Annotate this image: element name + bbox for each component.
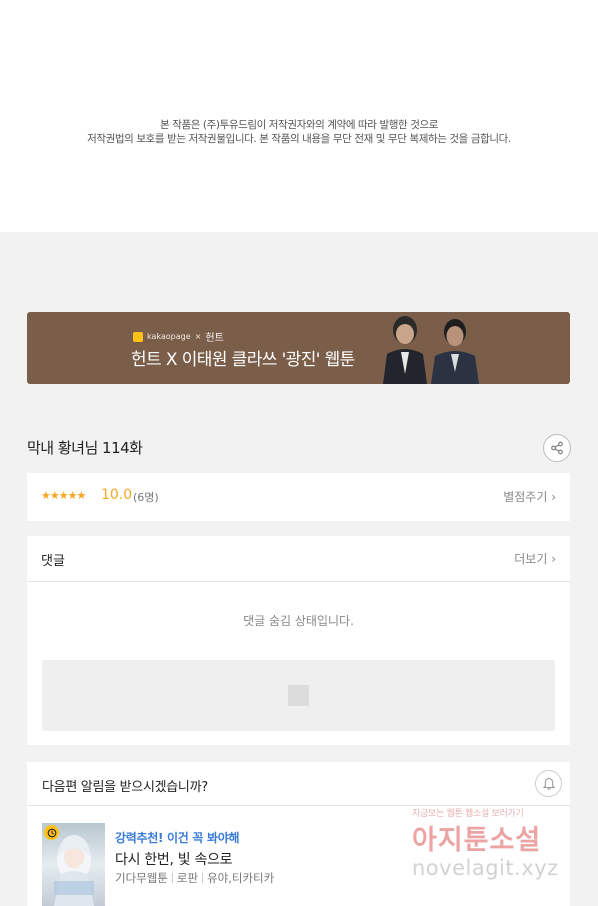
watermark-url: novelagit.xyz: [412, 856, 559, 880]
share-icon: [551, 441, 563, 455]
meta-divider: [171, 873, 173, 883]
meta-genre: 로판: [176, 871, 199, 885]
comments-title: 댓글: [41, 554, 65, 569]
meta-author: 유야,티카티카: [207, 871, 275, 885]
rating-stars-icon: ★★★★★: [41, 489, 86, 502]
notify-button[interactable]: [535, 770, 562, 797]
comments-hidden-message: 댓글 숨김 상태입니다.: [243, 614, 354, 628]
banner-brand: kakaopage × 헌트: [133, 329, 224, 344]
banner-figures-image: [365, 312, 497, 384]
banner-partner: 헌트: [205, 333, 224, 344]
watermark-overlay: 지금보는 웹툰 웹소설 보러가기 아지툰소설 novelagit.xyz: [410, 804, 598, 906]
comments-header: 댓글 더보기 ›: [27, 536, 570, 582]
banner-title: 헌트 X 이태원 클라쓰 '광진' 웹툰: [131, 350, 355, 370]
share-button[interactable]: [543, 434, 571, 462]
copyright-line-2: 저작권법의 보호를 받는 저작권물입니다. 본 작품의 내용을 무단 전재 및 …: [87, 133, 511, 145]
recommendation-label: 강력추천! 이건 꼭 봐야해: [115, 831, 240, 845]
meta-divider: [202, 873, 204, 883]
wait-free-clock-icon: [44, 825, 59, 840]
watermark-logo-text: 아지툰소설: [412, 825, 542, 856]
promo-banner[interactable]: kakaopage × 헌트 헌트 X 이태원 클라쓰 '광진' 웹툰: [27, 312, 570, 384]
copyright-notice: 본 작품은 (주)투유드림이 저작권자와의 계약에 따라 발행한 것으로 저작권…: [0, 0, 598, 232]
next-episode-header: 다음편 알림을 받으시겠습니까?: [27, 762, 570, 806]
copyright-line-1: 본 작품은 (주)투유드림이 저작권자와의 계약에 따라 발행한 것으로: [160, 119, 438, 131]
kakaopage-logo-icon: [133, 331, 143, 342]
rating-score: 10.0: [101, 487, 133, 503]
meta-category: 기다무웹툰: [115, 871, 168, 885]
bell-icon: [542, 777, 555, 790]
banner-brand-name: kakaopage: [147, 332, 191, 341]
comments-more-button[interactable]: 더보기 ›: [514, 550, 556, 567]
episode-title: 막내 황녀님 114화: [27, 439, 143, 457]
ad-placeholder: [42, 660, 555, 731]
rating-card: ★★★★★ 10.0 (6명) 별점주기 ›: [27, 473, 570, 521]
banner-cross: ×: [194, 332, 202, 341]
recommendation-title[interactable]: 다시 한번, 빛 속으로: [115, 849, 233, 869]
next-episode-prompt: 다음편 알림을 받으시겠습니까?: [42, 780, 208, 795]
comments-section: 댓글 더보기 › 댓글 숨김 상태입니다.: [27, 536, 570, 745]
recommendation-meta: 기다무웹툰 로판 유야,티카티카: [115, 870, 274, 886]
recommendation-thumbnail[interactable]: [42, 823, 105, 906]
rate-button[interactable]: 별점주기 ›: [503, 488, 556, 505]
image-placeholder-icon: [288, 685, 309, 706]
rating-count: (6명): [133, 491, 159, 504]
